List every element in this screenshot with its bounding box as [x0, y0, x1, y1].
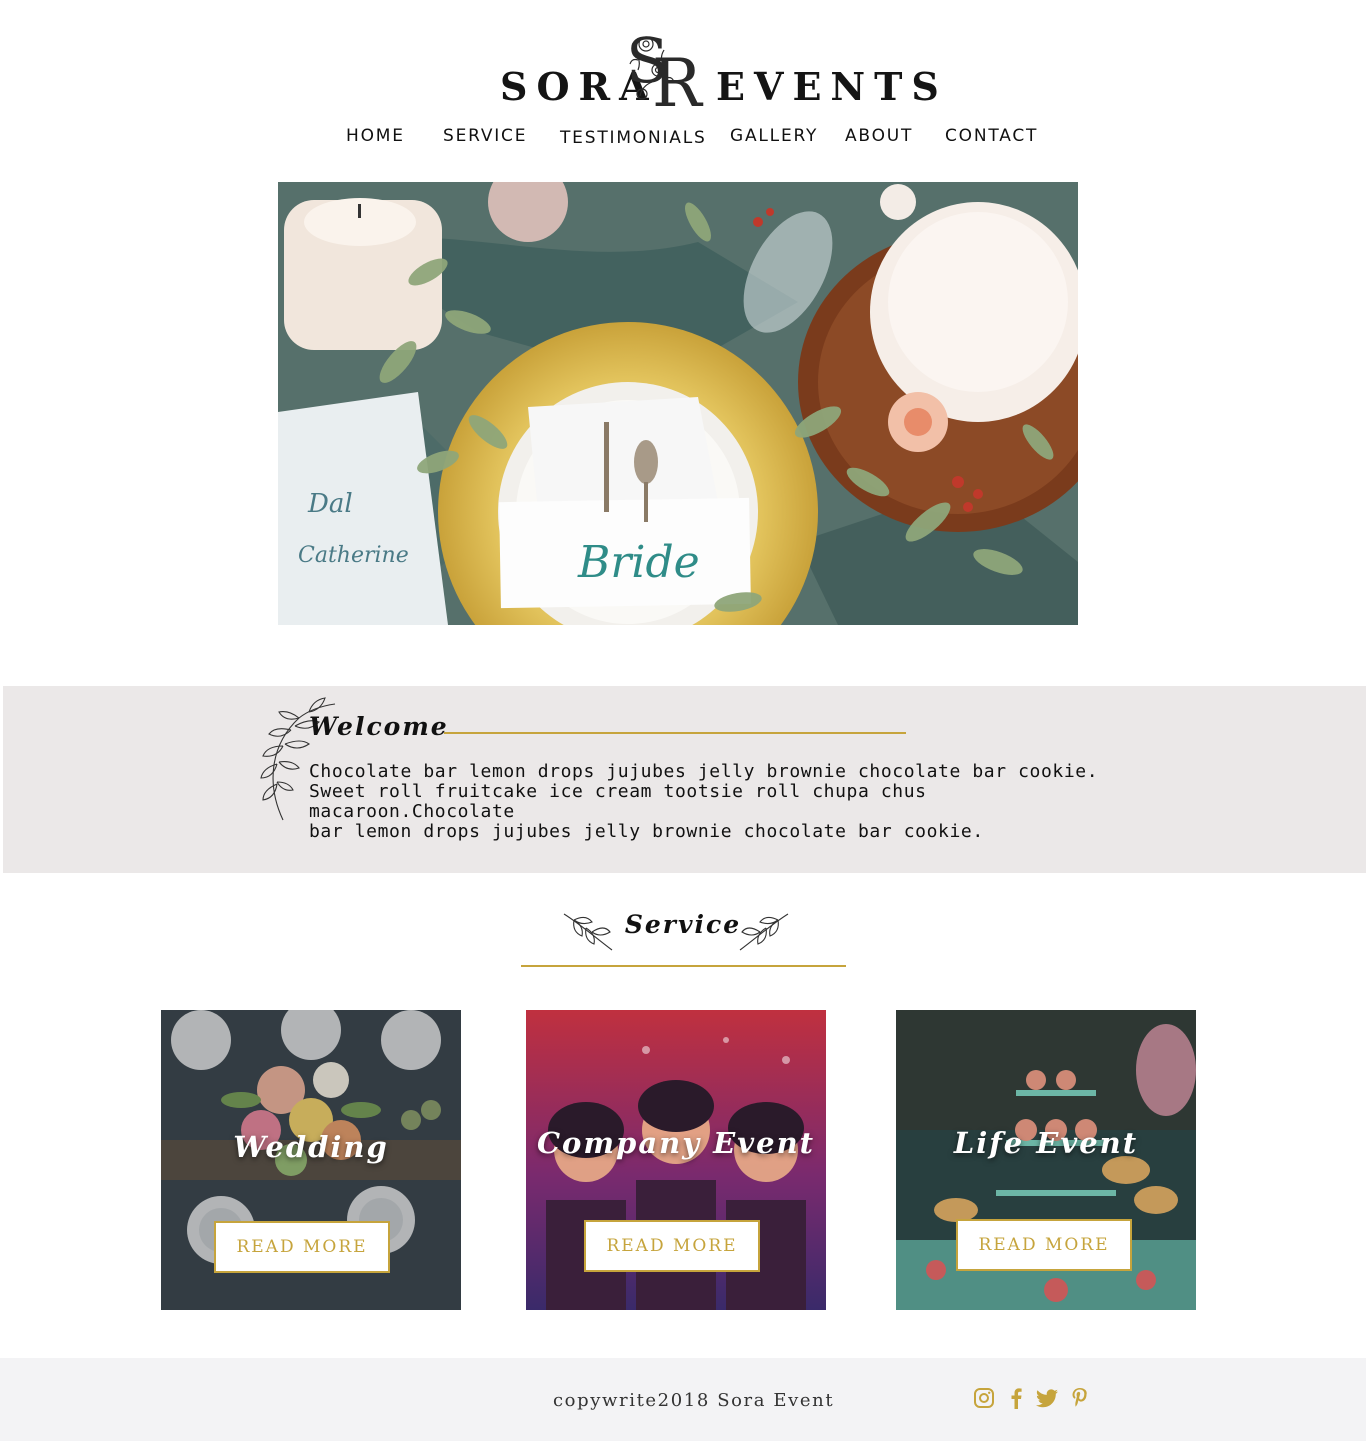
service-divider: [521, 965, 846, 967]
welcome-title: Welcome: [309, 712, 449, 741]
footer: copywrite2018 Sora Event: [0, 1358, 1366, 1441]
card-title-company-event: Company Event: [536, 1126, 816, 1160]
instagram-icon[interactable]: [972, 1386, 996, 1410]
copyright-text: copywrite2018 Sora Event: [553, 1390, 835, 1411]
nav-contact[interactable]: CONTACT: [945, 126, 1038, 146]
welcome-divider: [444, 732, 906, 734]
service-card-life-event[interactable]: Life Event READ MORE: [896, 1010, 1196, 1310]
nav-home[interactable]: HOME: [346, 126, 405, 146]
nav-service[interactable]: SERVICE: [443, 126, 527, 146]
service-card-wedding[interactable]: Wedding READ MORE: [161, 1010, 461, 1310]
brand-logo[interactable]: SORA S R EVENTS: [0, 18, 1366, 112]
svg-text:R: R: [652, 45, 704, 112]
welcome-section: Welcome Chocolate bar lemon drops jujube…: [3, 686, 1366, 873]
svg-text:Catherine: Catherine: [298, 543, 409, 568]
hero-photo: Dal Catherine Bride: [278, 182, 1078, 625]
pinterest-icon[interactable]: [1068, 1386, 1092, 1410]
facebook-icon[interactable]: [1004, 1386, 1028, 1410]
twitter-icon[interactable]: [1035, 1386, 1059, 1410]
welcome-text: Chocolate bar lemon drops jujubes jelly …: [309, 762, 1129, 842]
card-title-wedding: Wedding: [233, 1130, 389, 1164]
leaf-right-icon: [739, 913, 789, 951]
hero-place-card-text: Bride: [577, 537, 700, 588]
svg-text:Dal: Dal: [307, 489, 353, 519]
read-more-button-wedding[interactable]: READ MORE: [214, 1221, 390, 1273]
read-more-button-company-event[interactable]: READ MORE: [584, 1220, 760, 1272]
card-title-life-event: Life Event: [953, 1126, 1139, 1160]
monogram-icon: S R: [626, 24, 704, 112]
hero-image: Dal Catherine Bride: [278, 182, 1078, 625]
welcome-text-line: bar lemon drops jujubes jelly brownie ch…: [309, 821, 984, 842]
nav-about[interactable]: ABOUT: [845, 126, 913, 146]
brand-word-right: EVENTS: [716, 64, 948, 109]
nav-testimonials[interactable]: TESTIMONIALS: [560, 128, 707, 148]
welcome-text-line: Chocolate bar lemon drops jujubes jelly …: [309, 761, 1099, 782]
welcome-text-line: Sweet roll fruitcake ice cream tootsie r…: [309, 781, 927, 822]
nav-gallery[interactable]: GALLERY: [730, 126, 818, 146]
service-card-company-event[interactable]: Company Event READ MORE: [526, 1010, 826, 1310]
service-title: Service: [624, 910, 742, 939]
main-nav: HOME SERVICE TESTIMONIALS GALLERY ABOUT …: [0, 126, 1366, 150]
read-more-button-life-event[interactable]: READ MORE: [956, 1219, 1132, 1271]
